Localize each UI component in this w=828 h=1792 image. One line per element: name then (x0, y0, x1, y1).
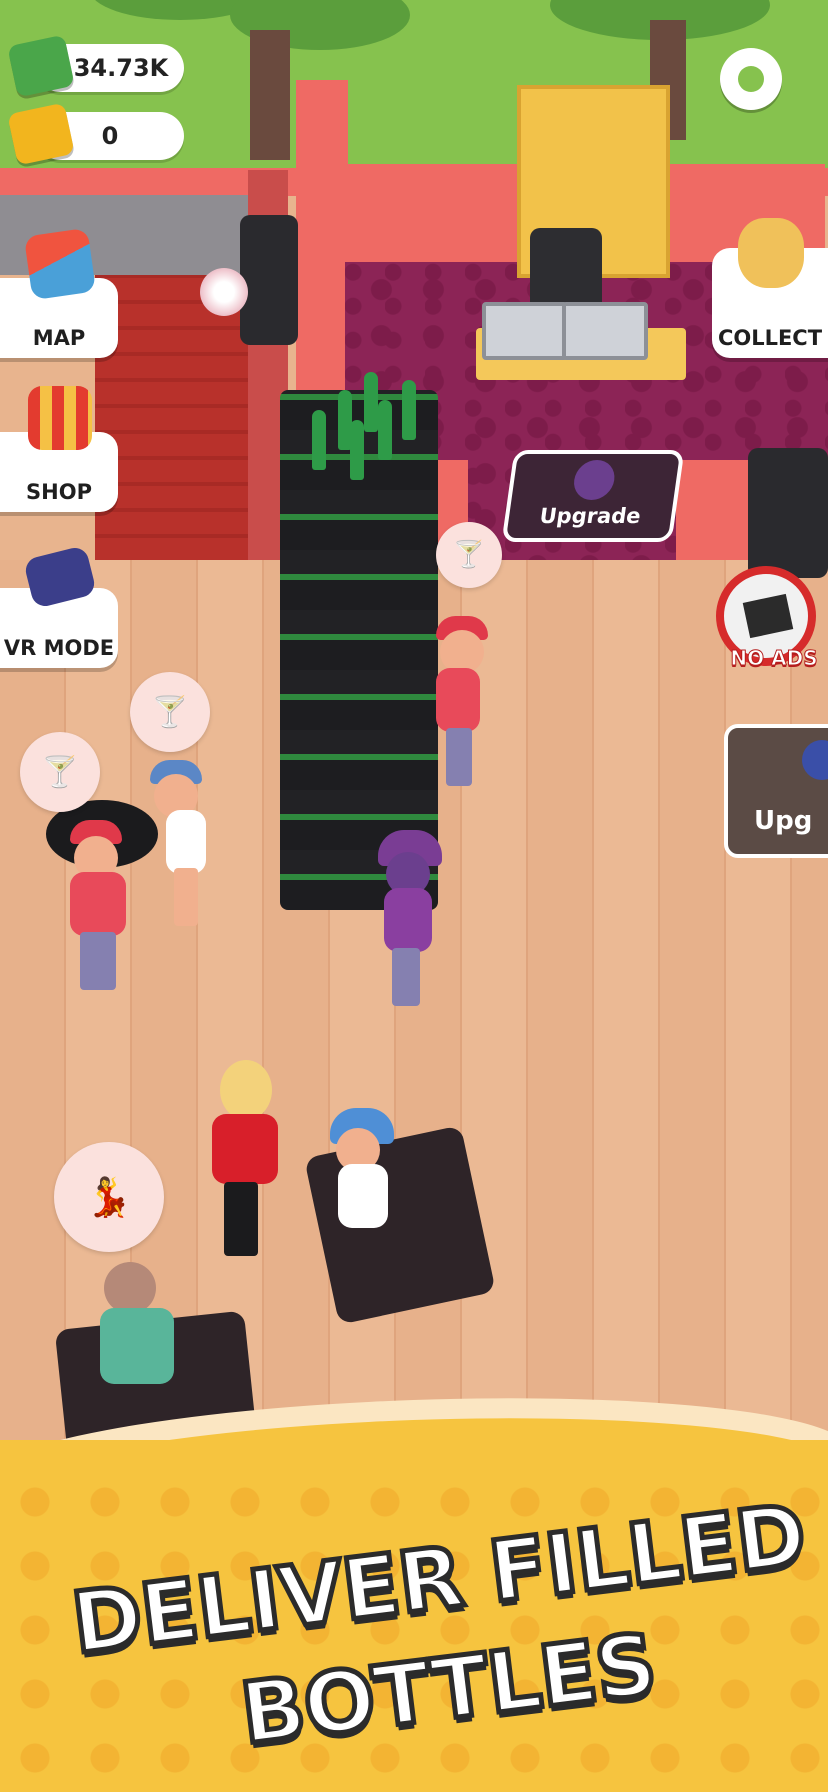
dancer-request-bubble: 💃 (54, 1142, 164, 1252)
bottle (312, 410, 326, 470)
bottle (402, 380, 416, 440)
upgrade-pad-secondary-label: Upg (754, 806, 813, 836)
upgrade-pad-label: Upgrade (538, 504, 643, 528)
speaker-right (748, 448, 828, 578)
shop-icon (28, 386, 92, 450)
couch (304, 1125, 496, 1325)
settings-gear-icon[interactable] (720, 48, 782, 110)
clapper-icon (742, 593, 794, 639)
monitor-right (562, 302, 648, 360)
shop-button[interactable]: SHOP (0, 386, 118, 512)
bottle (350, 420, 364, 480)
map-label: MAP (32, 326, 86, 350)
monitor-left (482, 302, 568, 360)
disco-light (200, 268, 248, 316)
upgrade-pad-secondary[interactable]: Upg (724, 724, 828, 858)
ticket-value: 0 (101, 122, 119, 150)
map-icon (23, 227, 97, 301)
manager-icon (571, 460, 618, 500)
vr-mode-button[interactable]: VR MODE (0, 545, 118, 668)
red-stairs (95, 275, 255, 560)
no-ads-button[interactable]: NO ADS (716, 566, 818, 671)
no-ads-label: NO ADS (730, 646, 818, 671)
speaker-left (240, 215, 298, 345)
drink-request-bubble: 🍸 (436, 522, 502, 588)
collect-button[interactable]: COLLECT (712, 218, 828, 358)
cash-value: 34.73K (73, 54, 169, 82)
manager-icon (802, 740, 828, 780)
drink-request-bubble: 🍸 (20, 732, 100, 812)
tree-trunk (250, 30, 290, 160)
vr-headset-icon (22, 545, 98, 609)
shop-label: SHOP (26, 480, 92, 504)
vr-mode-label: VR MODE (3, 636, 115, 660)
money-bag-icon (738, 218, 804, 288)
collect-label: COLLECT (717, 326, 823, 350)
bottle (378, 400, 392, 460)
map-button[interactable]: MAP (0, 227, 118, 358)
bottle (364, 372, 378, 432)
drink-request-bubble: 🍸 (130, 672, 210, 752)
upgrade-pad[interactable]: Upgrade (501, 450, 685, 542)
